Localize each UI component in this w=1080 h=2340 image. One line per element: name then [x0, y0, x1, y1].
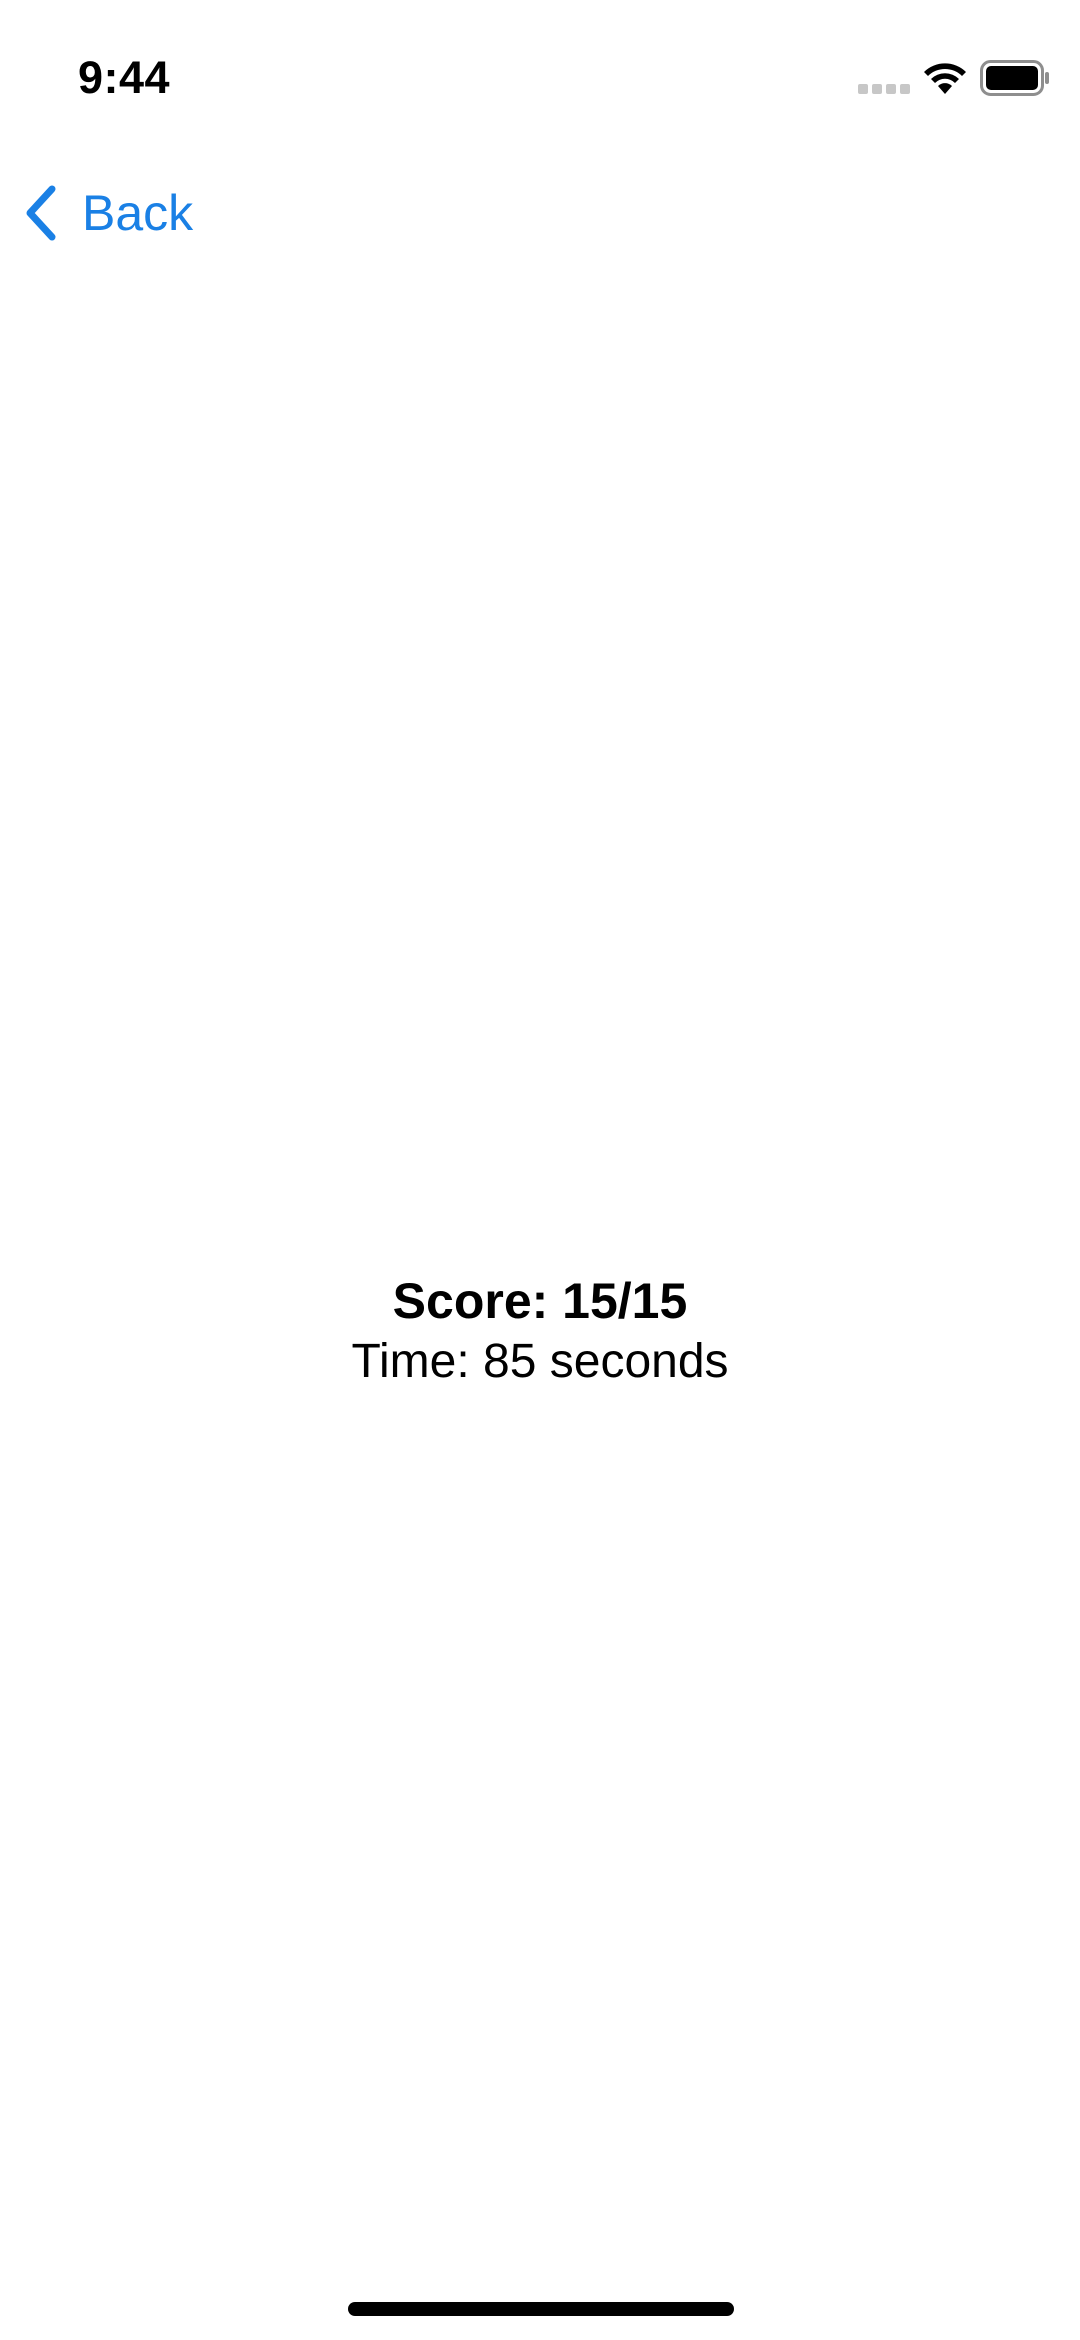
status-bar: 9:44: [0, 0, 1080, 150]
home-indicator[interactable]: [348, 2302, 734, 2316]
status-time: 9:44: [78, 52, 171, 103]
chevron-left-icon: [26, 185, 56, 241]
score-text: Score: 15/15: [392, 1273, 688, 1329]
quiz-results: Score: 15/15 Time: 85 seconds: [0, 1270, 1080, 1392]
navigation-bar: Back: [0, 160, 1080, 260]
cellular-signal-icon: [858, 84, 910, 94]
back-button[interactable]: Back: [20, 178, 193, 248]
back-label: Back: [82, 185, 194, 241]
time-text: Time: 85 seconds: [351, 1335, 729, 1388]
battery-icon: [980, 60, 1049, 96]
wifi-icon: [924, 63, 966, 94]
